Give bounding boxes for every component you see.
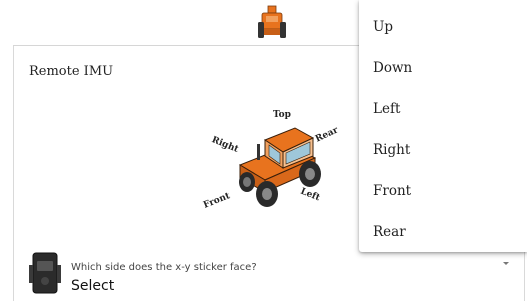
sticker-face-select[interactable]: Select bbox=[71, 278, 114, 294]
section-title: Remote IMU bbox=[29, 64, 114, 79]
tractor-logo-icon bbox=[258, 5, 286, 38]
sticker-face-dropdown-menu: Up Down Left Right Front Rear bbox=[359, 0, 527, 252]
menu-option-left[interactable]: Left bbox=[359, 89, 527, 130]
tractor-orientation-diagram: Top Right Rear Front Left bbox=[195, 100, 350, 220]
menu-option-front[interactable]: Front bbox=[359, 171, 527, 212]
imu-device-icon bbox=[29, 252, 61, 294]
menu-option-rear[interactable]: Rear bbox=[359, 212, 527, 253]
menu-option-up[interactable]: Up bbox=[359, 7, 527, 48]
sticker-face-question: Which side does the x-y sticker face? bbox=[71, 262, 257, 273]
menu-option-down[interactable]: Down bbox=[359, 48, 527, 89]
chevron-down-icon[interactable] bbox=[503, 262, 509, 265]
menu-option-right[interactable]: Right bbox=[359, 130, 527, 171]
diagram-label-top: Top bbox=[273, 110, 291, 120]
